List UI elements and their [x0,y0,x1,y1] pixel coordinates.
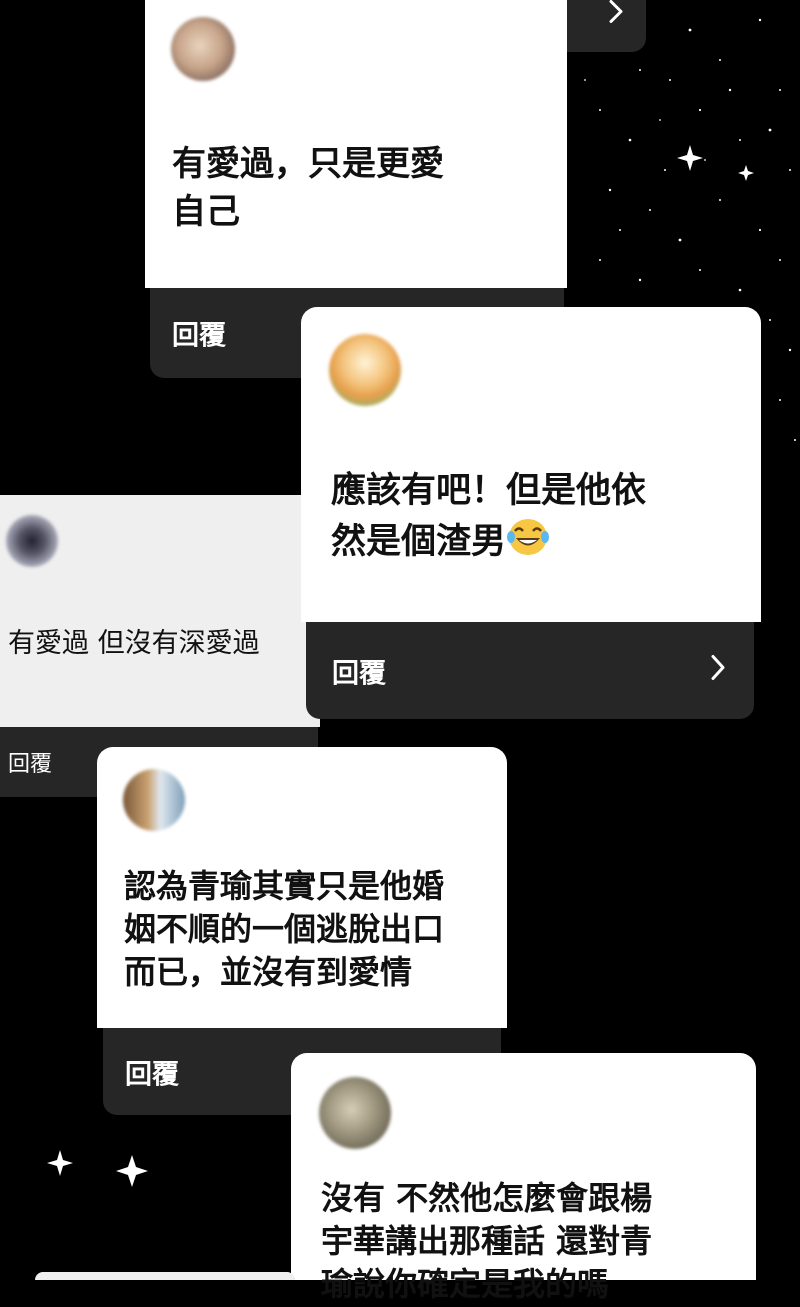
avatar [123,769,185,831]
message-text-content: 應該有吧！但是他依 然是個渣男 [331,471,647,562]
reply-card-2: 應該有吧！但是他依 然是個渣男 回覆 [301,307,761,719]
avatar [319,1077,391,1149]
message-text: 沒有 不然他怎麼會跟楊 宇華講出那種話 還對青 瑜說你確定是我的嗎 [321,1179,653,1304]
chevron-right-icon[interactable] [710,654,726,687]
avatar [329,334,401,406]
reply-card-partial [35,1272,295,1280]
message-text: 有愛過 但沒有深愛過 [8,628,260,659]
reply-label: 回覆 [332,658,386,689]
avatar [171,17,235,81]
avatar [6,515,58,567]
reply-label: 回覆 [172,320,226,352]
reply-label: 回覆 [125,1059,179,1090]
laugh-tears-icon [506,517,550,572]
reply-bar[interactable]: 回覆 [306,622,754,719]
message-text: 應該有吧！但是他依 然是個渣男 [331,467,741,571]
reply-card-5: 沒有 不然他怎麼會跟楊 宇華講出那種話 還對青 瑜說你確定是我的嗎 [291,1053,756,1303]
message-text: 有愛過，只是更愛 自己 [172,144,444,233]
reply-label: 回覆 [8,752,53,777]
message-text: 認為青瑜其實只是他婚 姻不順的一個逃脫出口 而已，並沒有到愛情 [124,867,445,992]
chevron-right-icon[interactable] [608,0,624,31]
